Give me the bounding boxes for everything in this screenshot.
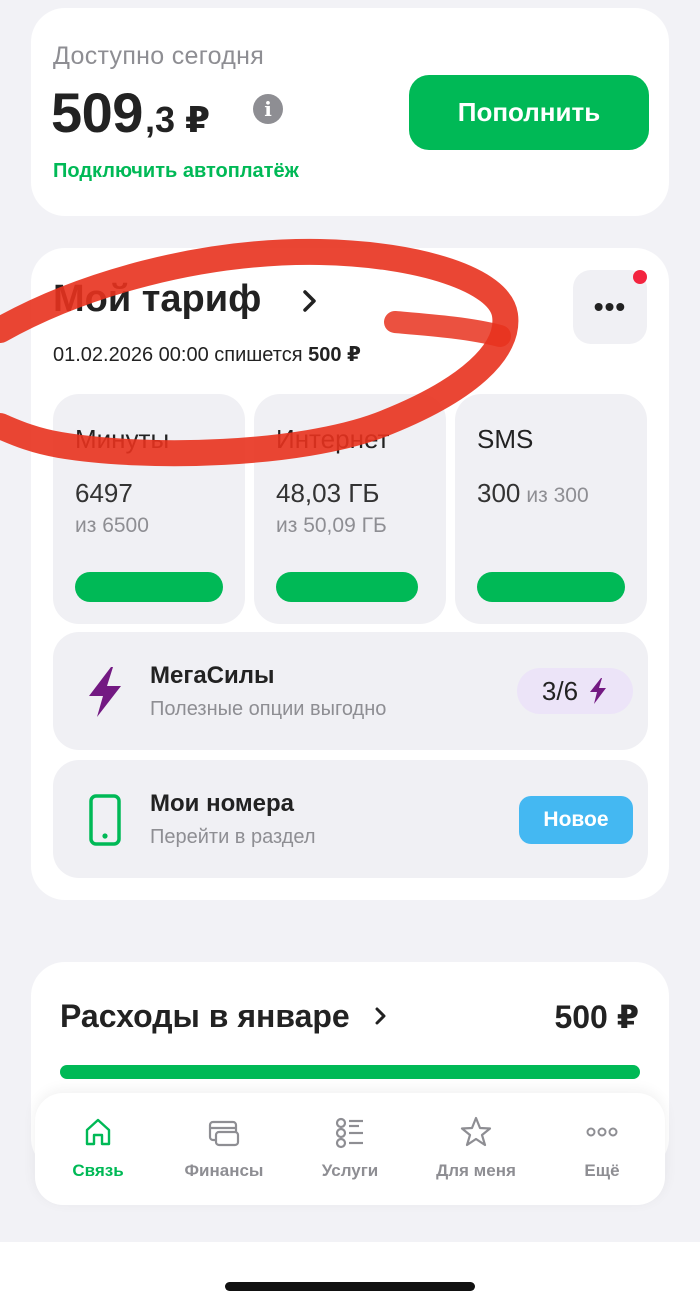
tariff-charge-info: 01.02.2026 00:00 спишется 500 ₽ <box>53 342 361 367</box>
tile-limit: из 300 <box>526 484 589 507</box>
expenses-title: Расходы в январе <box>60 998 350 1034</box>
tile-value: 300 из 300 <box>477 478 589 509</box>
info-icon[interactable]: i <box>253 94 283 124</box>
tab-label: Связь <box>72 1161 124 1180</box>
my-numbers-title: Мои номера <box>150 790 295 817</box>
tariff-charge-date: 01.02.2026 00:00 спишется <box>53 344 303 366</box>
tab-label: Ещё <box>584 1161 620 1180</box>
tab-label: Для меня <box>436 1161 516 1180</box>
megasily-counter-badge: 3/6 <box>517 668 633 714</box>
tile-minutes[interactable]: Минуты 6497 из 6500 <box>53 394 245 624</box>
home-indicator <box>225 1282 475 1291</box>
new-badge: Новое <box>519 796 633 844</box>
tab-services[interactable]: Услуги <box>290 1115 410 1181</box>
chevron-right-icon[interactable] <box>295 286 325 316</box>
list-icon <box>335 1117 363 1149</box>
megasily-row[interactable]: МегаСилы Полезные опции выгодно 3/6 <box>53 632 648 750</box>
progress-bar <box>276 572 418 602</box>
tab-more[interactable]: Ещё <box>542 1115 662 1181</box>
progress-bar <box>75 572 223 602</box>
balance-label: Доступно сегодня <box>53 42 265 70</box>
tile-title: Интернет <box>276 424 390 454</box>
tile-value: 6497 <box>75 478 133 508</box>
tile-sms[interactable]: SMS 300 из 300 <box>455 394 647 624</box>
card-icon <box>208 1120 240 1147</box>
notification-dot <box>633 270 647 284</box>
megasily-title: МегаСилы <box>150 662 275 689</box>
balance-amount-fraction: ,3 ₽ <box>144 99 211 140</box>
more-icon <box>586 1127 618 1137</box>
tile-title: SMS <box>477 424 534 454</box>
tile-limit: из 50,09 ГБ <box>276 514 387 537</box>
chevron-right-icon <box>375 1007 386 1025</box>
my-numbers-subtitle: Перейти в раздел <box>150 826 316 848</box>
tile-value-number: 300 <box>477 478 521 508</box>
home-icon <box>85 1118 111 1146</box>
tile-limit: из 6500 <box>75 514 149 537</box>
star-icon <box>460 1116 492 1147</box>
lightning-icon <box>89 667 121 717</box>
phone-icon <box>89 794 121 846</box>
megasily-counter: 3/6 <box>541 675 579 706</box>
tab-label: Финансы <box>184 1161 264 1180</box>
autopay-link[interactable]: Подключить автоплатёж <box>53 160 299 183</box>
my-numbers-row[interactable]: Мои номера Перейти в раздел Новое <box>53 760 648 878</box>
tab-svyaz[interactable]: Связь <box>38 1115 158 1181</box>
tariff-title[interactable]: Мой тариф <box>53 278 261 321</box>
topup-button[interactable]: Пополнить <box>409 75 649 150</box>
tile-internet[interactable]: Интернет 48,03 ГБ из 50,09 ГБ <box>254 394 446 624</box>
balance-amount: 509,3 ₽ <box>51 80 210 145</box>
progress-bar <box>477 572 625 602</box>
home-indicator-area <box>0 1242 700 1306</box>
expenses-progress-bar <box>60 1065 640 1079</box>
tab-label: Услуги <box>321 1161 379 1180</box>
megasily-subtitle: Полезные опции выгодно <box>150 698 387 720</box>
lightning-icon <box>590 678 607 704</box>
tile-value: 48,03 ГБ <box>276 478 380 508</box>
tariff-charge-amount: 500 ₽ <box>308 344 361 366</box>
tariff-card: Мой тариф ••• 01.02.2026 00:00 спишется … <box>31 248 669 900</box>
tab-finance[interactable]: Финансы <box>164 1115 284 1181</box>
expenses-amount: 500 ₽ <box>554 999 639 1035</box>
bottom-tab-bar: Связь Финансы Услуги Для меня Ещё <box>35 1093 665 1205</box>
balance-amount-integer: 509 <box>51 81 143 144</box>
balance-card: Доступно сегодня 509,3 ₽ i Пополнить Под… <box>31 8 669 216</box>
tab-for-me[interactable]: Для меня <box>416 1115 536 1181</box>
tile-title: Минуты <box>75 424 170 454</box>
